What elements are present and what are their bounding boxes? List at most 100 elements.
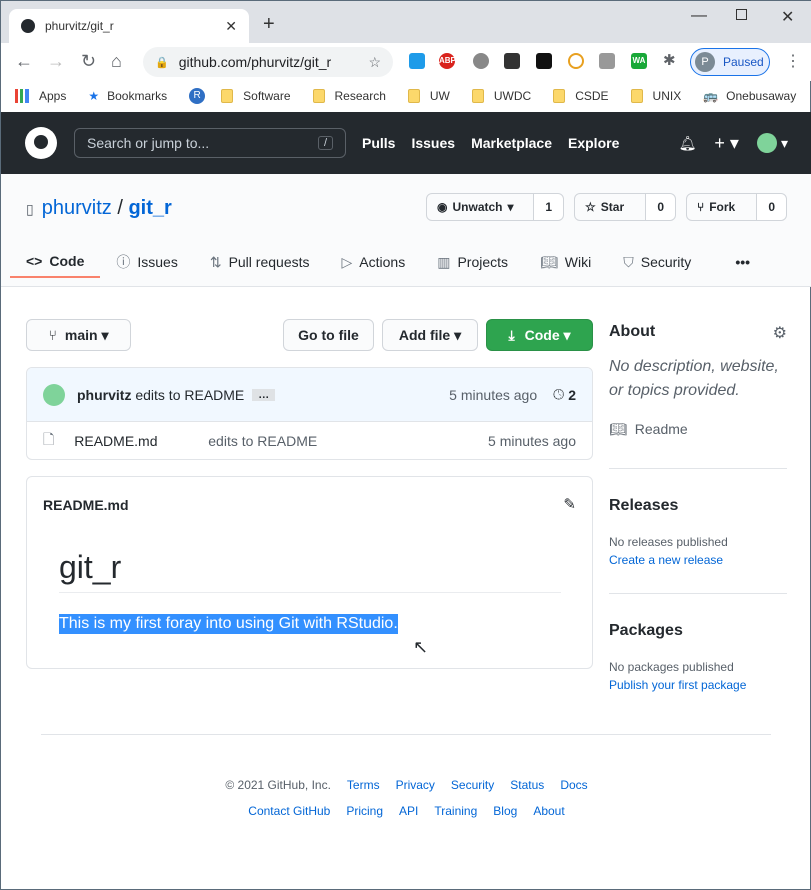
code-download-button[interactable]: ⤓ Code ▾	[486, 319, 593, 351]
repo-owner-link[interactable]: phurvitz	[42, 197, 112, 219]
nav-marketplace[interactable]: Marketplace	[471, 135, 552, 151]
close-window-button[interactable]: ✕	[781, 7, 794, 27]
bookmark-apps[interactable]: Apps	[15, 89, 66, 103]
branch-icon: ⑂	[48, 327, 57, 343]
bookmark-uwdc[interactable]: UWDC	[471, 89, 531, 103]
bookmark-label: Research	[334, 89, 386, 103]
close-tab-icon[interactable]: ✕	[225, 18, 237, 35]
footer-link[interactable]: API	[399, 804, 418, 818]
address-bar[interactable]: 🔒 github.com/phurvitz/git_r ☆	[143, 47, 393, 77]
extensions-puzzle-icon[interactable]: ✱	[663, 51, 676, 69]
footer-link[interactable]: Blog	[493, 804, 517, 818]
publish-package-link[interactable]: Publish your first package	[609, 678, 746, 692]
bookmark-label: UW	[429, 89, 450, 103]
file-name-link[interactable]: README.md	[74, 433, 208, 449]
issue-icon: ⓘ	[116, 254, 131, 270]
apps-grid-icon	[15, 89, 29, 103]
commit-author[interactable]: phurvitz	[77, 387, 131, 403]
fork-button[interactable]: ⑂ Fork 0	[686, 193, 787, 221]
forward-icon[interactable]: →	[47, 51, 65, 72]
bookmark-r[interactable]: R	[189, 88, 206, 104]
star-button[interactable]: ☆ Star 0	[574, 193, 676, 221]
footer-link[interactable]: Contact GitHub	[248, 804, 330, 818]
readme-panel: README.md ✎ git_r This is my first foray…	[26, 476, 593, 669]
footer-link[interactable]: Status	[510, 778, 544, 792]
history-icon[interactable]: 🕓︎	[553, 386, 564, 403]
extension-icon[interactable]	[409, 53, 425, 69]
notifications-bell-icon[interactable]: 🔔︎	[679, 135, 697, 152]
commit-message[interactable]: edits to README	[135, 387, 244, 403]
tab-code[interactable]: <> Code	[10, 246, 101, 278]
author-avatar[interactable]	[43, 383, 65, 406]
nav-pulls[interactable]: Pulls	[362, 135, 395, 151]
unwatch-button[interactable]: ◉ Unwatch ▾ 1	[426, 193, 564, 221]
qr-extension-icon[interactable]	[599, 53, 615, 69]
add-file-button[interactable]: Add file ▾	[382, 319, 478, 351]
footer-link[interactable]: Docs	[560, 778, 587, 792]
code-label: Code	[524, 327, 560, 343]
tab-issues[interactable]: ⓘ Issues	[100, 246, 193, 278]
star-count[interactable]: 0	[645, 194, 675, 220]
branch-select[interactable]: ⑂ main ▾	[26, 319, 131, 351]
footer-row-1: © 2021 GitHub, Inc. Terms Privacy Securi…	[1, 778, 811, 792]
tab-label: Code	[49, 253, 85, 269]
nav-explore[interactable]: Explore	[568, 135, 619, 151]
bookmark-uw[interactable]: UW	[407, 89, 450, 103]
bookmark-onebusaway[interactable]: 🚌 Onebusaway	[703, 89, 796, 103]
fork-count[interactable]: 0	[756, 194, 786, 220]
settings-gear-icon[interactable]: ⚙	[773, 323, 787, 343]
file-commit-message[interactable]: edits to README	[208, 433, 317, 449]
new-tab-button[interactable]: +	[263, 13, 275, 36]
extension-icon[interactable]	[504, 53, 520, 69]
minimize-button[interactable]: —	[691, 7, 707, 25]
create-release-link[interactable]: Create a new release	[609, 553, 728, 567]
profile-button[interactable]: P Paused	[690, 48, 770, 76]
footer-link[interactable]: Training	[434, 804, 477, 818]
repo-name-link[interactable]: git_r	[128, 197, 171, 219]
readme-filename: README.md	[43, 497, 129, 513]
search-input[interactable]: Search or jump to... /	[74, 128, 346, 158]
commit-count[interactable]: 2	[568, 387, 576, 403]
github-logo-icon[interactable]	[25, 127, 57, 159]
bookmark-unix[interactable]: UNIX	[630, 89, 681, 103]
footer-link[interactable]: About	[533, 804, 564, 818]
tab-pull-requests[interactable]: ⇅ Pull requests	[194, 246, 326, 278]
tab-wiki[interactable]: 📖︎ Wiki	[524, 246, 607, 278]
extension-icon[interactable]	[568, 53, 584, 69]
more-tabs-icon[interactable]: •••	[719, 246, 766, 278]
extension-icon[interactable]	[473, 53, 489, 69]
reload-icon[interactable]: ↻	[81, 51, 96, 72]
packages-title[interactable]: Packages	[609, 622, 746, 640]
packages-section: Packages No packages published Publish y…	[609, 622, 746, 692]
footer-link[interactable]: Privacy	[396, 778, 435, 792]
nav-issues[interactable]: Issues	[411, 135, 455, 151]
wa-extension-icon[interactable]: WA	[631, 53, 647, 69]
create-new-plus-icon[interactable]: + ▾	[714, 133, 739, 154]
tab-actions[interactable]: ▷ Actions	[326, 246, 422, 278]
readme-link[interactable]: 📖︎ Readme	[609, 421, 787, 438]
back-icon[interactable]: ←	[15, 51, 33, 72]
browser-menu-icon[interactable]: ⋮	[785, 51, 801, 71]
edit-pencil-icon[interactable]: ✎	[563, 495, 576, 513]
tab-security[interactable]: ⛉ Security	[607, 246, 707, 278]
star-bookmark-icon[interactable]: ☆	[368, 54, 381, 71]
footer-link[interactable]: Pricing	[346, 804, 383, 818]
bookmark-research[interactable]: Research	[312, 89, 386, 103]
user-avatar[interactable]: ▾	[756, 133, 788, 153]
browser-tab[interactable]: phurvitz/git_r ✕	[9, 9, 249, 43]
maximize-button[interactable]	[736, 9, 747, 20]
bookmark-csde[interactable]: CSDE	[553, 89, 609, 103]
repo-tabs: <> Code ⓘ Issues ⇅ Pull requests ▷ Actions ▥…	[10, 246, 766, 278]
go-to-file-button[interactable]: Go to file	[283, 319, 374, 351]
expand-commit-button[interactable]: …	[252, 388, 276, 401]
extension-icon[interactable]	[536, 53, 552, 69]
tab-projects[interactable]: ▥ Projects	[421, 246, 524, 278]
footer-link[interactable]: Terms	[347, 778, 380, 792]
releases-title[interactable]: Releases	[609, 497, 728, 515]
adblock-icon[interactable]: ABP	[439, 53, 456, 69]
bookmark-software[interactable]: Software	[221, 89, 291, 103]
footer-link[interactable]: Security	[451, 778, 494, 792]
home-icon[interactable]: ⌂	[111, 51, 122, 72]
watch-count[interactable]: 1	[533, 194, 563, 220]
bookmark-bookmarks[interactable]: ★ Bookmarks	[88, 89, 167, 103]
